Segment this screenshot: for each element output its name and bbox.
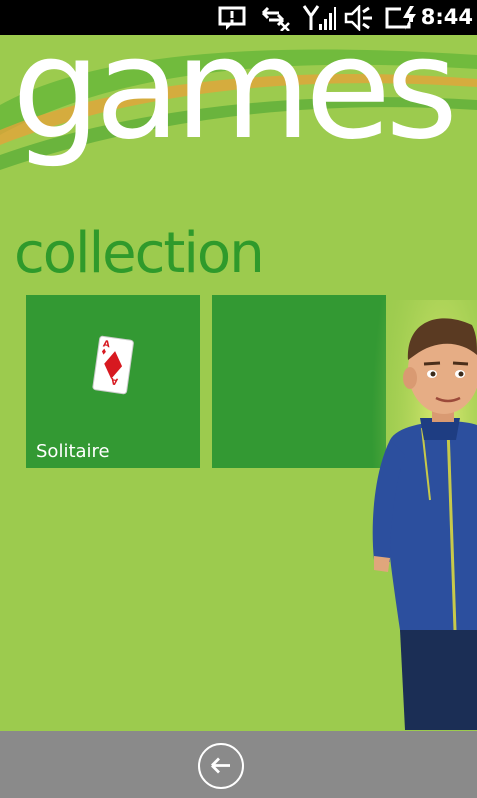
svg-text:A: A [102, 339, 110, 350]
tile-solitaire[interactable]: A A Solitaire [26, 295, 200, 468]
svg-text:A: A [110, 375, 118, 386]
tile-label: Solitaire [36, 441, 110, 462]
back-arrow-icon [211, 757, 230, 774]
playing-card-icon: A A [92, 335, 134, 395]
hub-title: games [12, 8, 458, 171]
back-button[interactable] [198, 743, 244, 789]
section-title: collection [14, 221, 265, 286]
avatar-image [360, 300, 477, 730]
games-hub-screen: 8:44 games collection A A Solitaire [0, 0, 477, 798]
app-bar [0, 731, 477, 798]
